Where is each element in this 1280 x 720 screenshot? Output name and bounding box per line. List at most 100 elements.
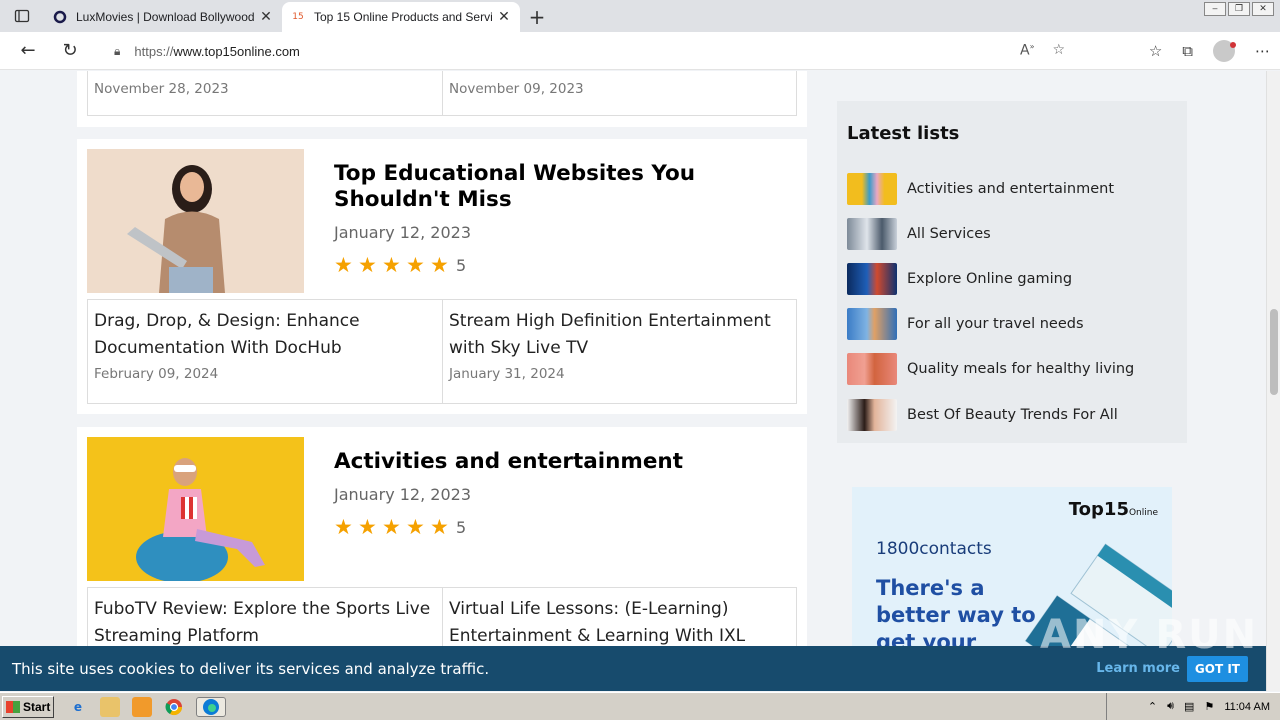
refresh-button[interactable]: ↻ bbox=[52, 33, 88, 69]
card-thumbnail[interactable] bbox=[87, 149, 304, 293]
url-protocol: https:// bbox=[134, 43, 174, 59]
related-item[interactable]: Drag, Drop, & Design: Enhance Documentat… bbox=[88, 300, 442, 403]
clock[interactable]: 11:04 AM bbox=[1224, 701, 1270, 713]
restore-button[interactable]: ❐ bbox=[1228, 2, 1250, 16]
tab-title: Top 15 Online Products and Servi bbox=[314, 10, 493, 24]
related-grid: Drag, Drop, & Design: Enhance Documentat… bbox=[87, 299, 797, 404]
url-host: www.top15online.com bbox=[173, 43, 300, 59]
ad-brand-name: Top15 bbox=[1068, 499, 1129, 520]
close-window-button[interactable]: ✕ bbox=[1252, 2, 1274, 16]
collections-icon[interactable]: ⧉ bbox=[1182, 42, 1193, 60]
sidebar-item-label: Explore Online gaming bbox=[907, 270, 1073, 287]
card-date: January 12, 2023 bbox=[334, 485, 471, 504]
related-grid: November 28, 2023 November 09, 2023 bbox=[87, 71, 797, 116]
flag-icon[interactable]: ⚑ bbox=[1204, 700, 1214, 713]
ad-brand-suffix: Online bbox=[1128, 508, 1158, 518]
page-scrollbar[interactable] bbox=[1266, 71, 1280, 691]
top15-favicon-icon: 15 bbox=[292, 12, 304, 22]
minimize-button[interactable]: ‒ bbox=[1204, 2, 1226, 16]
list-card: Top Educational Websites You Shouldn't M… bbox=[77, 139, 807, 414]
sidebar-item-label: For all your travel needs bbox=[907, 316, 1084, 333]
tab-close-icon[interactable]: ✕ bbox=[496, 9, 512, 25]
more-menu-icon[interactable]: ⋯ bbox=[1255, 42, 1270, 60]
tab-title: LuxMovies | Download Bollywood bbox=[76, 10, 255, 24]
latest-lists-sidebar: Latest lists Activities and entertainmen… bbox=[837, 101, 1187, 443]
related-date: January 31, 2024 bbox=[449, 366, 565, 382]
sidebar-item-travel[interactable]: For all your travel needs bbox=[847, 302, 1177, 347]
expand-tray-icon[interactable]: ⌃ bbox=[1148, 700, 1157, 713]
related-item[interactable]: Stream High Definition Entertainment wit… bbox=[442, 300, 796, 403]
sidebar-heading: Latest lists bbox=[847, 123, 960, 144]
ad-brand: Top15Online bbox=[1069, 499, 1158, 520]
media-player-icon[interactable] bbox=[132, 696, 152, 717]
sidebar-thumbnail bbox=[847, 172, 897, 205]
windows-logo-icon bbox=[6, 700, 20, 713]
folder-icon[interactable] bbox=[100, 696, 120, 717]
sidebar-item-activities[interactable]: Activities and entertainment bbox=[847, 166, 1177, 211]
star-icon: ★ bbox=[382, 253, 401, 277]
related-date: November 09, 2023 bbox=[449, 81, 584, 97]
related-title[interactable]: Stream High Definition Entertainment wit… bbox=[449, 308, 790, 362]
sidebar-item-label: Activities and entertainment bbox=[907, 180, 1115, 197]
address-bar-row: ← ↻ 🔒︎ https://www.top15online.com A» ☆ … bbox=[0, 32, 1280, 70]
volume-icon[interactable]: 🔊︎ bbox=[1167, 700, 1174, 713]
sidebar-thumbnail bbox=[847, 398, 897, 431]
chrome-icon[interactable] bbox=[164, 697, 184, 717]
related-title[interactable]: FuboTV Review: Explore the Sports Live S… bbox=[94, 596, 436, 650]
rating-value: 5 bbox=[456, 255, 467, 275]
ad-advertiser: 1800contacts bbox=[876, 539, 992, 559]
rating-value: 5 bbox=[456, 517, 467, 537]
related-title[interactable]: Virtual Life Lessons: (E-Learning) Enter… bbox=[449, 596, 790, 650]
got-it-button[interactable]: GOT IT bbox=[1186, 656, 1248, 682]
sidebar-item-label: Quality meals for healthy living bbox=[907, 361, 1135, 378]
star-icon: ★ bbox=[430, 515, 449, 539]
sidebar-item-gaming[interactable]: Explore Online gaming bbox=[847, 256, 1177, 301]
related-item[interactable]: November 28, 2023 bbox=[88, 71, 442, 115]
new-tab-button[interactable]: + bbox=[520, 2, 554, 32]
luxmovies-favicon-icon bbox=[52, 9, 68, 25]
sidebar-item-label: All Services bbox=[907, 225, 991, 242]
ie-icon[interactable]: e bbox=[68, 697, 88, 717]
tab-top15[interactable]: 15 Top 15 Online Products and Servi ✕ bbox=[282, 2, 520, 32]
page-viewport: November 28, 2023 November 09, 2023 Top … bbox=[0, 71, 1266, 691]
sidebar-item-beauty[interactable]: Best Of Beauty Trends For All bbox=[847, 392, 1177, 437]
card-title[interactable]: Top Educational Websites You Shouldn't M… bbox=[334, 161, 774, 213]
edge-icon[interactable] bbox=[196, 696, 226, 717]
window-controls: ‒ ❐ ✕ bbox=[1204, 2, 1274, 16]
star-icon: ★ bbox=[334, 515, 353, 539]
windows-taskbar: Start e ⌃ 🔊︎ ▤ ⚑ 11:04 AM bbox=[0, 692, 1280, 720]
card-date: January 12, 2023 bbox=[334, 223, 471, 242]
sidebar-thumbnail bbox=[847, 308, 897, 341]
sidebar-item-meals[interactable]: Quality meals for healthy living bbox=[847, 347, 1177, 392]
start-button[interactable]: Start bbox=[2, 695, 54, 718]
profile-avatar[interactable] bbox=[1213, 40, 1236, 62]
card-partial: November 28, 2023 November 09, 2023 bbox=[77, 71, 807, 127]
favorites-icon[interactable]: ☆ bbox=[1149, 42, 1162, 60]
sidebar-item-label: Best Of Beauty Trends For All bbox=[907, 406, 1118, 423]
sidebar-thumbnail bbox=[847, 353, 897, 386]
sidebar-thumbnail bbox=[847, 262, 897, 295]
star-icon: ★ bbox=[358, 253, 377, 277]
related-item[interactable]: November 09, 2023 bbox=[442, 71, 796, 115]
card-title[interactable]: Activities and entertainment bbox=[334, 449, 774, 475]
star-rating: ★ ★ ★ ★ ★ 5 bbox=[334, 253, 467, 277]
card-thumbnail[interactable] bbox=[87, 437, 304, 581]
ad-message: There's a better way to get your bbox=[876, 576, 1036, 654]
star-icon: ★ bbox=[430, 253, 449, 277]
sidebar-item-services[interactable]: All Services bbox=[847, 211, 1177, 256]
related-title[interactable]: Drag, Drop, & Design: Enhance Documentat… bbox=[94, 308, 436, 362]
network-icon[interactable]: ▤ bbox=[1184, 700, 1194, 713]
read-aloud-icon[interactable]: A» bbox=[1020, 42, 1034, 59]
star-icon: ★ bbox=[382, 515, 401, 539]
star-icon: ★ bbox=[406, 515, 425, 539]
scrollbar-thumb[interactable] bbox=[1270, 309, 1278, 395]
tab-close-icon[interactable]: ✕ bbox=[258, 9, 274, 25]
star-icon: ★ bbox=[334, 253, 353, 277]
url-field[interactable]: 🔒︎ https://www.top15online.com bbox=[100, 36, 1090, 66]
related-date: November 28, 2023 bbox=[94, 81, 229, 97]
back-button[interactable]: ← bbox=[10, 33, 46, 69]
learn-more-link[interactable]: Learn more bbox=[1096, 661, 1180, 676]
tab-luxmovies[interactable]: LuxMovies | Download Bollywood ✕ bbox=[44, 2, 282, 32]
add-favorite-icon[interactable]: ☆ bbox=[1052, 42, 1065, 59]
tab-actions-icon[interactable] bbox=[0, 0, 44, 32]
